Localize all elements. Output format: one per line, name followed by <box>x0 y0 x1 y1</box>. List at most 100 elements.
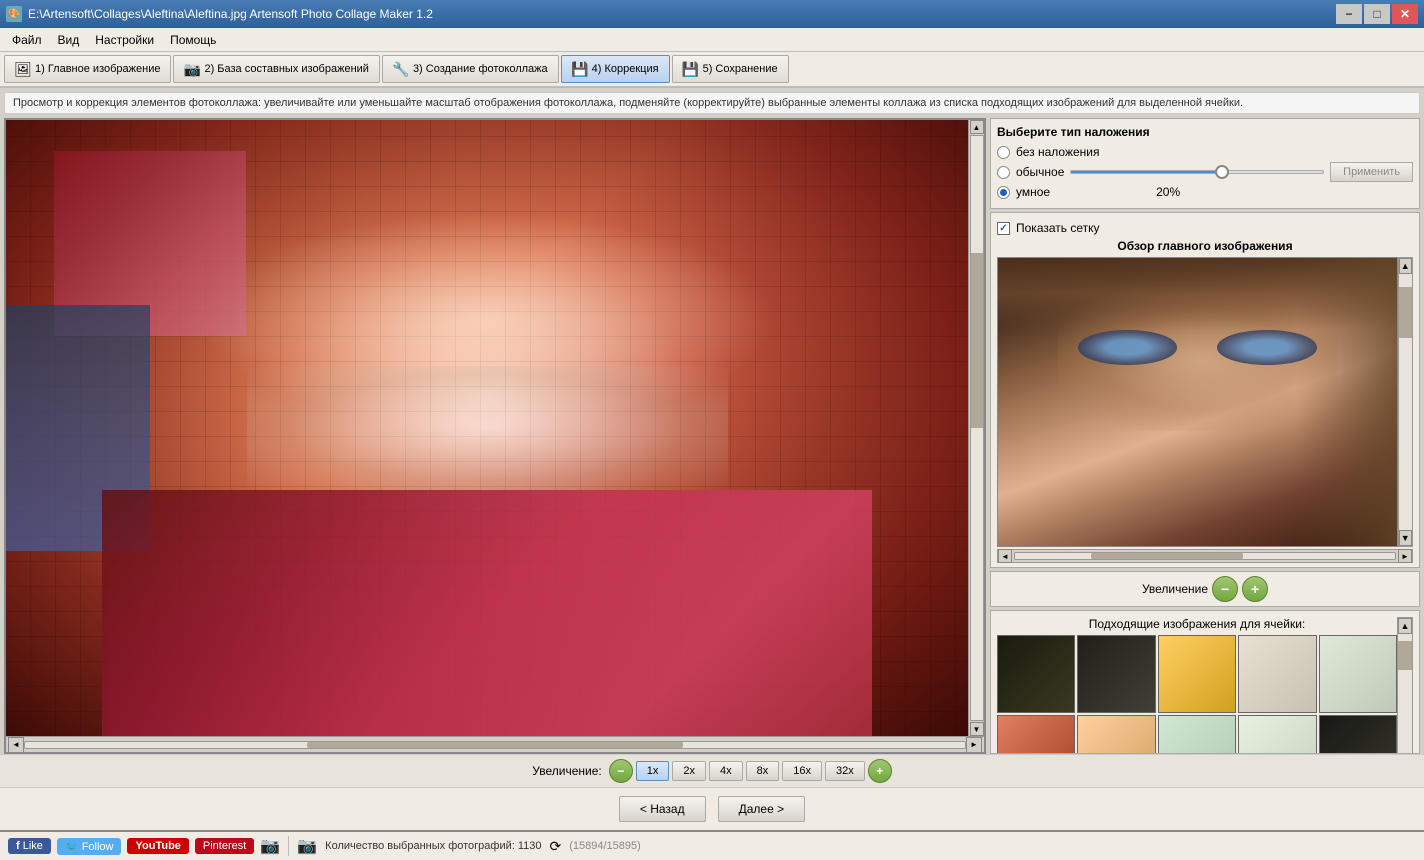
pinterest-button[interactable]: Pinterest <box>195 838 254 854</box>
overlay-slider-thumb[interactable] <box>1215 165 1229 179</box>
menu-view[interactable]: Вид <box>50 31 88 49</box>
twitter-bird-icon: 🐦 <box>65 841 79 853</box>
zoom-buttons-label: Увеличение: <box>532 764 601 778</box>
overview-vscroll-track[interactable] <box>1399 274 1412 530</box>
suitable-vscroll-track[interactable] <box>1398 634 1412 754</box>
info-text: Просмотр и коррекция элементов фотоколла… <box>13 97 1243 109</box>
twitter-label: Follow <box>82 841 114 853</box>
collage-vscroll-down[interactable]: ▼ <box>970 722 984 736</box>
collage-hscrollbar[interactable]: ◄ ► <box>6 736 984 752</box>
step3-button[interactable]: 🔧 3) Создание фотоколлажа <box>382 55 559 83</box>
collage-vscroll-track[interactable] <box>970 135 984 721</box>
overlay-smart-row: умное 20% <box>997 185 1413 199</box>
zoom-increase-button[interactable]: + <box>868 759 892 783</box>
collage-hscroll-right[interactable]: ► <box>966 737 982 753</box>
title-bar: 🎨 E:\Artensoft\Collages\Aleftina\Aleftin… <box>0 0 1424 28</box>
overview-title: Обзор главного изображения <box>997 239 1413 253</box>
suitable-vscrollbar[interactable]: ▲ ▼ <box>1397 617 1413 754</box>
overlay-normal-radio[interactable] <box>997 166 1010 179</box>
collage-hscroll-track[interactable] <box>24 741 966 749</box>
thumb-6[interactable] <box>997 715 1075 754</box>
show-grid-label: Показать сетку <box>1016 221 1100 235</box>
zoom-minus-button[interactable]: − <box>1212 576 1238 602</box>
photo-count-text: Количество выбранных фотографий: 1130 <box>325 840 541 852</box>
thumb-3[interactable] <box>1158 635 1236 713</box>
collage-viewport[interactable] <box>6 120 968 736</box>
zoom-32x-button[interactable]: 32x <box>825 761 865 781</box>
thumb-7[interactable] <box>1077 715 1155 754</box>
progress-text: (15894/15895) <box>569 840 641 852</box>
pinterest-label: Pinterest <box>203 840 246 852</box>
step5-button[interactable]: 💾 5) Сохранение <box>672 55 789 83</box>
collage-hscroll-left[interactable]: ◄ <box>8 737 24 753</box>
overview-viewport[interactable] <box>997 257 1398 547</box>
overview-hscroll-track[interactable] <box>1014 552 1396 560</box>
instagram-button[interactable]: 📷 <box>260 836 280 856</box>
overview-hscroll-right[interactable]: ► <box>1398 549 1412 563</box>
menu-help[interactable]: Помощь <box>162 31 224 49</box>
overview-hscroll-left[interactable]: ◄ <box>998 549 1012 563</box>
step4-button[interactable]: 💾 4) Коррекция <box>561 55 670 83</box>
overview-vscroll-down[interactable]: ▼ <box>1399 530 1412 546</box>
step1-button[interactable]: 🖼 1) Главное изображение <box>4 55 171 83</box>
collage-hscroll-thumb[interactable] <box>307 742 683 748</box>
overlay-slider[interactable] <box>1070 170 1324 174</box>
overview-hscrollbar[interactable]: ◄ ► <box>997 549 1413 563</box>
zoom-2x-button[interactable]: 2x <box>672 761 706 781</box>
suitable-vscroll-up[interactable]: ▲ <box>1398 618 1412 634</box>
collage-vscrollbar[interactable]: ▲ ▼ <box>968 120 984 736</box>
collage-vscroll-up[interactable]: ▲ <box>970 120 984 134</box>
twitter-button[interactable]: 🐦 Follow <box>57 838 122 855</box>
step1-icon: 🖼 <box>15 61 31 77</box>
zoom-controls: Увеличение − + <box>990 571 1420 607</box>
suitable-title: Подходящие изображения для ячейки: <box>997 617 1397 631</box>
youtube-button[interactable]: YouTube <box>127 838 188 854</box>
zoom-8x-button[interactable]: 8x <box>746 761 780 781</box>
back-button[interactable]: < Назад <box>619 796 706 822</box>
check-mark-icon: ✓ <box>999 223 1007 234</box>
thumb-10[interactable] <box>1319 715 1397 754</box>
window-title: E:\Artensoft\Collages\Aleftina\Aleftina.… <box>28 7 433 21</box>
facebook-button[interactable]: f Like <box>8 838 51 854</box>
overlay-none-label: без наложения <box>1016 145 1100 159</box>
thumb-9[interactable] <box>1238 715 1316 754</box>
zoom-4x-button[interactable]: 4x <box>709 761 743 781</box>
collage-vscroll-thumb[interactable] <box>971 253 983 428</box>
thumb-4[interactable] <box>1238 635 1316 713</box>
step2-button[interactable]: 📷 2) База составных изображений <box>173 55 379 83</box>
menu-file[interactable]: Файл <box>4 31 50 49</box>
zoom-16x-button[interactable]: 16x <box>782 761 822 781</box>
right-panel: Выберите тип наложения без наложения обы… <box>990 118 1420 754</box>
thumb-8[interactable] <box>1158 715 1236 754</box>
overlay-smart-radio[interactable] <box>997 186 1010 199</box>
overview-vscroll-thumb[interactable] <box>1399 287 1412 338</box>
apply-button[interactable]: Применить <box>1330 162 1413 182</box>
overlay-none-radio[interactable] <box>997 146 1010 159</box>
thumb-2[interactable] <box>1077 635 1155 713</box>
zoom-decrease-button[interactable]: − <box>609 759 633 783</box>
minimize-button[interactable]: − <box>1336 4 1362 24</box>
thumb-1[interactable] <box>997 635 1075 713</box>
overview-hscroll-thumb[interactable] <box>1091 553 1243 559</box>
thumb-5[interactable] <box>1319 635 1397 713</box>
main-content: ▲ ▼ ◄ ► Выберите тип наложения без налож… <box>0 118 1424 754</box>
overview-vscrollbar[interactable]: ▲ ▼ <box>1398 257 1413 547</box>
overview-panel: ✓ Показать сетку Обзор главного изображе… <box>990 212 1420 568</box>
progress-spinner: ⟳ <box>550 838 562 855</box>
overlay-slider-fill <box>1071 171 1222 173</box>
photo-count-icon: 📷 <box>297 836 317 856</box>
overlay-smart-label: умное <box>1016 185 1050 199</box>
maximize-button[interactable]: □ <box>1364 4 1390 24</box>
next-button[interactable]: Далее > <box>718 796 806 822</box>
zoom-1x-button[interactable]: 1x <box>636 761 670 781</box>
suitable-panel: Подходящие изображения для ячейки: <box>990 610 1420 754</box>
overlay-title: Выберите тип наложения <box>997 125 1413 139</box>
menu-settings[interactable]: Настройки <box>87 31 162 49</box>
close-button[interactable]: ✕ <box>1392 4 1418 24</box>
collage-image <box>6 120 968 736</box>
suitable-vscroll-thumb[interactable] <box>1398 641 1412 670</box>
zoom-plus-button[interactable]: + <box>1242 576 1268 602</box>
show-grid-checkbox[interactable]: ✓ <box>997 222 1010 235</box>
overview-vscroll-up[interactable]: ▲ <box>1399 258 1412 274</box>
thumbnails-grid <box>997 635 1397 754</box>
